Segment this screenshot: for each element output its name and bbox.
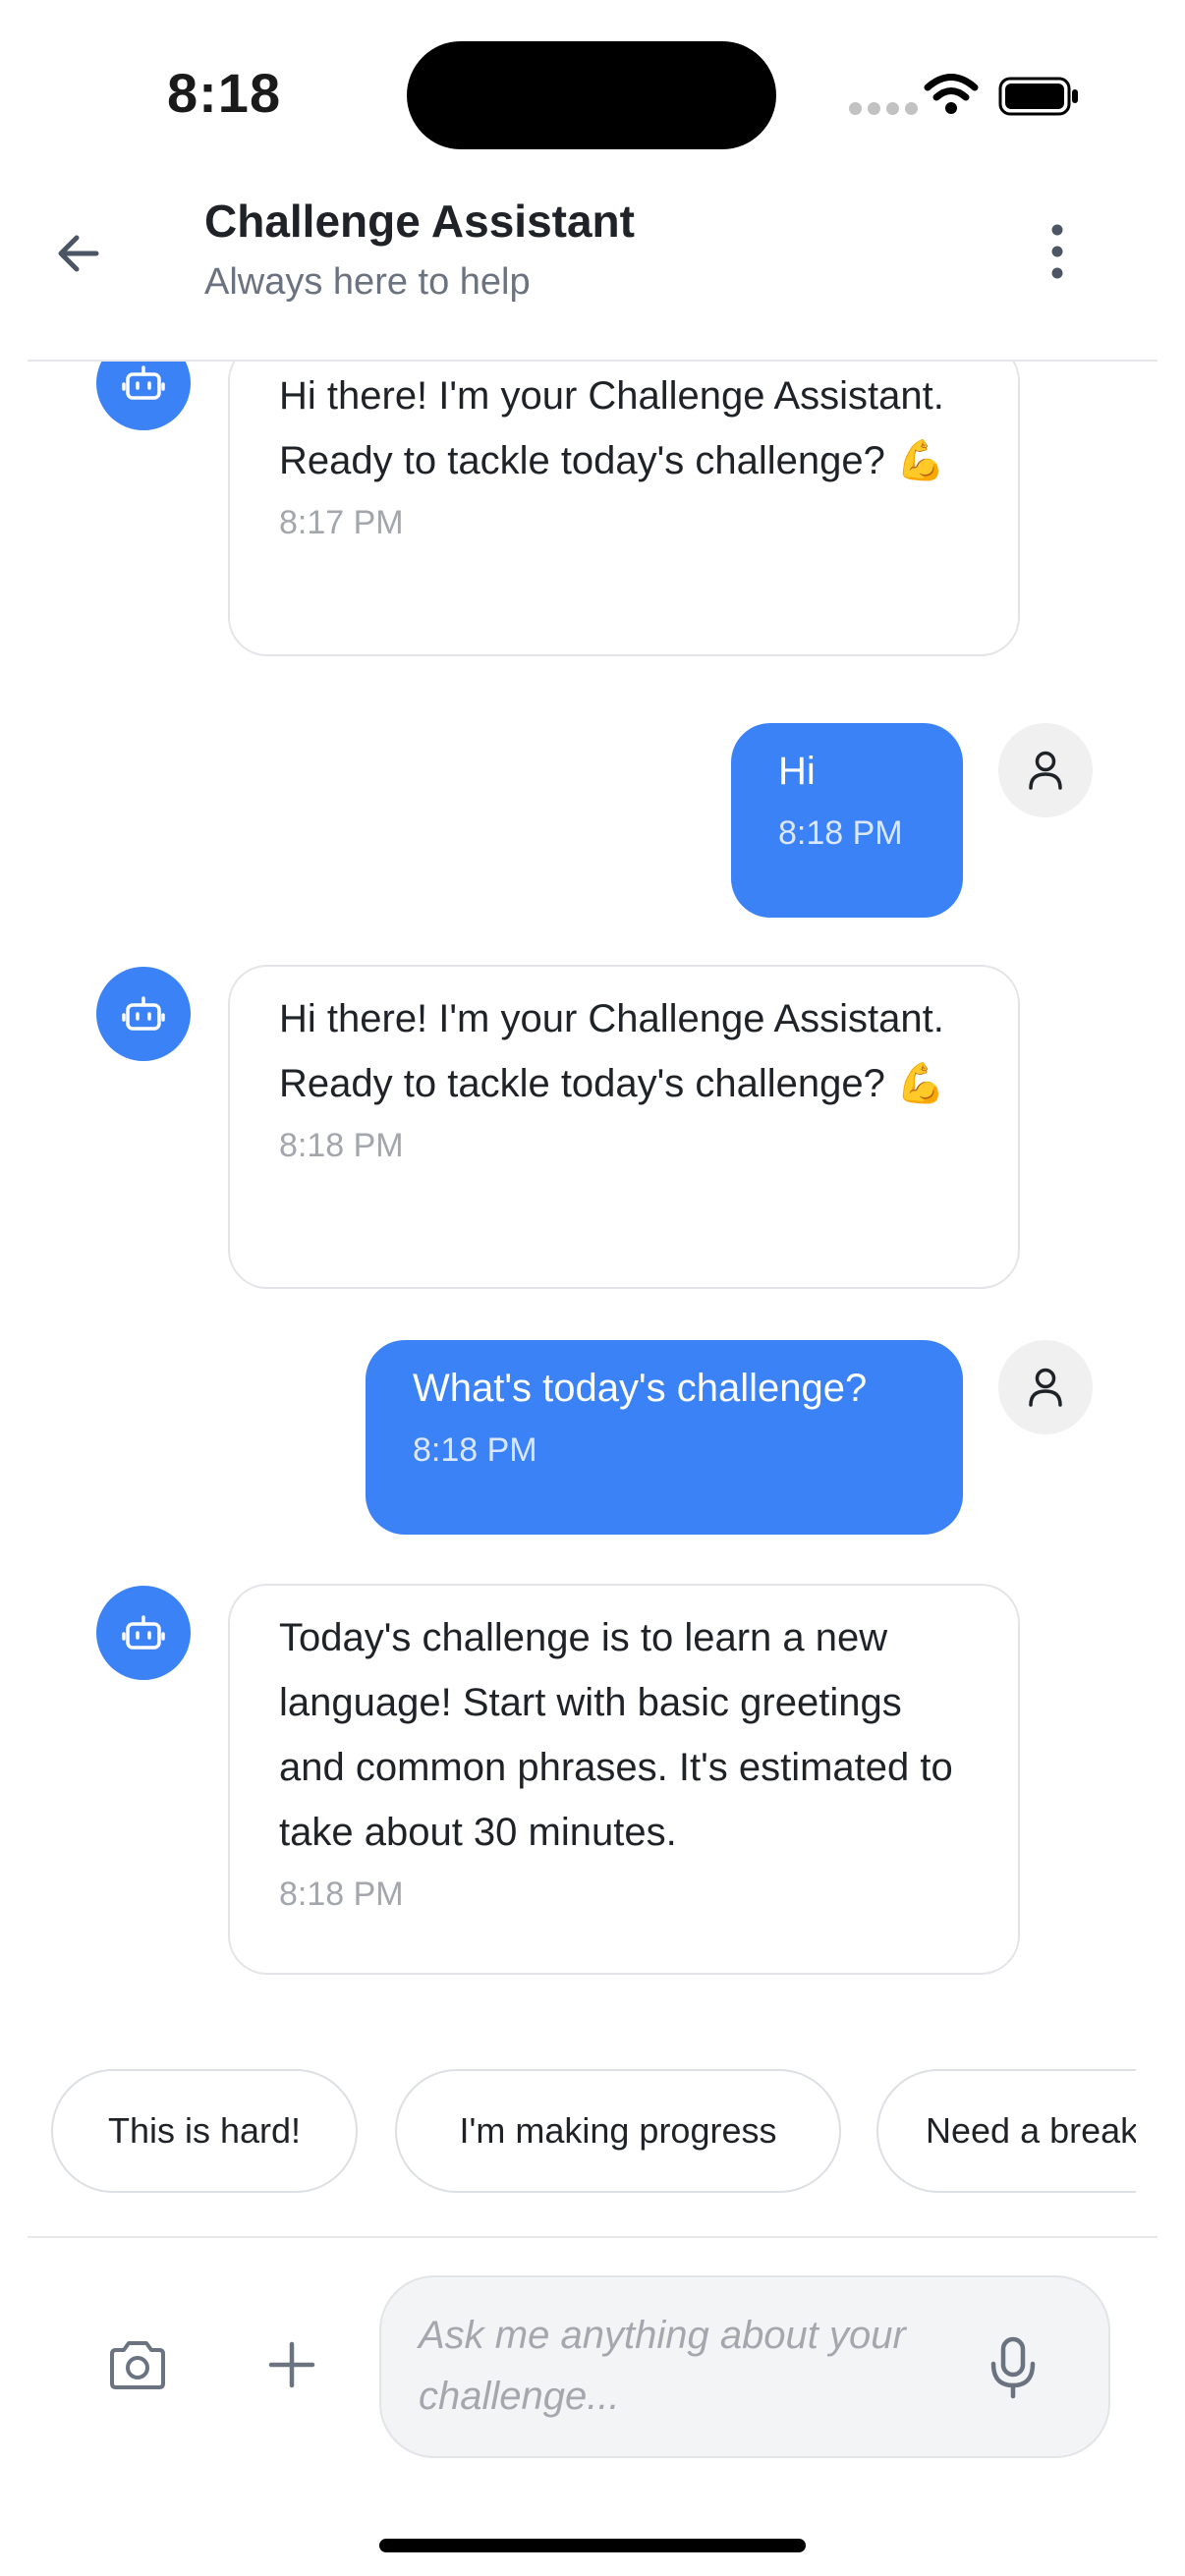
user-avatar bbox=[998, 1340, 1093, 1434]
bot-message-bubble: Today's challenge is to learn a new lang… bbox=[228, 1584, 1020, 1975]
bot-message-bubble: Hi there! I'm your Challenge Assistant. … bbox=[228, 362, 1020, 656]
wifi-icon bbox=[924, 74, 979, 114]
user-message-bubble: What's today's challenge? 8:18 PM bbox=[366, 1340, 963, 1535]
message-text: What's today's challenge? bbox=[413, 1367, 868, 1410]
bot-avatar bbox=[96, 362, 191, 430]
robot-icon bbox=[122, 365, 165, 400]
message-list: Hi there! I'm your Challenge Assistant. … bbox=[0, 362, 1185, 1996]
message-text: Today's challenge is to learn a new lang… bbox=[279, 1616, 953, 1854]
message-time: 8:18 PM bbox=[279, 1127, 404, 1164]
quick-replies: This is hard! I'm making progress Need a… bbox=[49, 2069, 1136, 2197]
message-time: 8:18 PM bbox=[778, 814, 903, 852]
plus-icon[interactable] bbox=[267, 2340, 316, 2389]
message-time: 8:18 PM bbox=[279, 1876, 404, 1913]
user-icon bbox=[1029, 751, 1062, 790]
page-subtitle: Always here to help bbox=[204, 261, 531, 303]
arrow-left-icon[interactable] bbox=[51, 226, 106, 281]
microphone-icon[interactable] bbox=[988, 2336, 1038, 2399]
home-indicator bbox=[379, 2539, 806, 2552]
bot-avatar bbox=[96, 967, 191, 1061]
camera-icon[interactable] bbox=[106, 2338, 169, 2393]
more-vertical-icon[interactable] bbox=[1038, 220, 1077, 283]
user-avatar bbox=[998, 723, 1093, 817]
quick-reply-chip[interactable]: Need a break bbox=[876, 2069, 1136, 2193]
message-text: Hi there! I'm your Challenge Assistant. … bbox=[279, 374, 945, 482]
message-time: 8:17 PM bbox=[279, 504, 404, 541]
bot-message-bubble: Hi there! I'm your Challenge Assistant. … bbox=[228, 965, 1020, 1289]
bot-avatar bbox=[96, 1586, 191, 1680]
message-text: Hi there! I'm your Challenge Assistant. … bbox=[279, 997, 945, 1105]
page-title: Challenge Assistant bbox=[204, 196, 635, 247]
input-placeholder[interactable]: Ask me anything about your challenge... bbox=[419, 2305, 969, 2427]
battery-icon bbox=[998, 77, 1078, 116]
robot-icon bbox=[122, 1615, 165, 1650]
message-input[interactable]: Ask me anything about your challenge... bbox=[379, 2275, 1110, 2458]
status-time: 8:18 bbox=[167, 62, 282, 124]
user-icon bbox=[1029, 1368, 1062, 1407]
input-divider bbox=[28, 2236, 1157, 2238]
dynamic-island bbox=[407, 41, 776, 149]
chat-header: Challenge Assistant Always here to help bbox=[0, 177, 1185, 360]
quick-reply-chip[interactable]: I'm making progress bbox=[395, 2069, 841, 2193]
quick-reply-chip[interactable]: This is hard! bbox=[51, 2069, 358, 2193]
message-text: Hi bbox=[778, 750, 816, 793]
cellular-signal-icon bbox=[849, 102, 924, 120]
user-message-bubble: Hi 8:18 PM bbox=[731, 723, 963, 918]
robot-icon bbox=[122, 996, 165, 1031]
message-time: 8:18 PM bbox=[413, 1431, 537, 1469]
status-bar: 8:18 bbox=[0, 0, 1185, 177]
